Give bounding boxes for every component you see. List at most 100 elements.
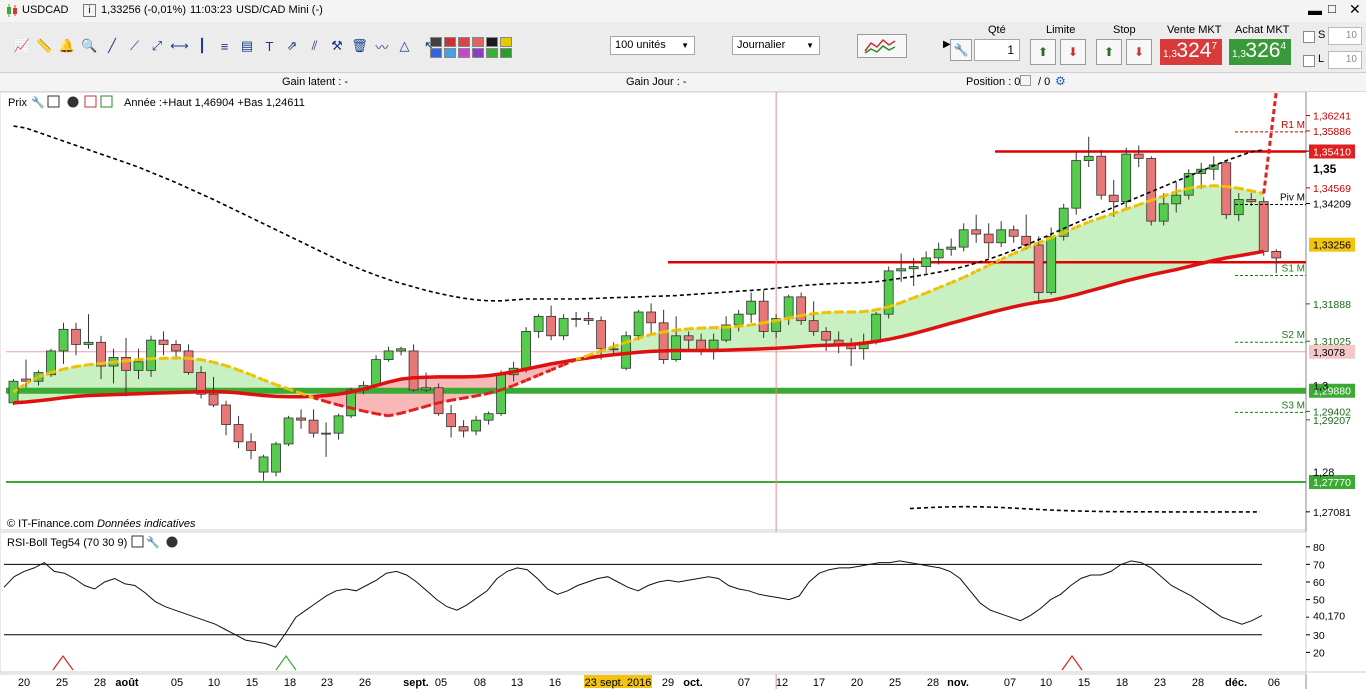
color-swatch[interactable] [458,37,470,47]
candle[interactable] [1033,236,1044,302]
candle[interactable] [408,344,419,393]
candle[interactable] [1121,147,1132,209]
color-swatch[interactable] [500,48,512,58]
candle[interactable] [496,370,506,416]
vertical-line-icon[interactable]: ┃ [192,36,212,56]
candle[interactable] [883,266,894,319]
color-swatch[interactable] [444,48,456,58]
position-sep: / 0 [1038,76,1051,88]
color-swatch[interactable] [444,37,456,47]
candle-body [821,331,832,341]
candle[interactable] [371,355,381,388]
x-axis-label-text: 13 [511,677,523,689]
buy-price-sup: 4 [1280,41,1286,52]
sell-mkt-button[interactable]: 1,3 3247 [1160,39,1222,65]
x-axis-label-text: août [115,677,139,689]
candle[interactable] [621,331,632,371]
wrench-icon[interactable]: 🔧 [31,95,45,109]
buy-mkt-button[interactable]: 1,3 3264 [1229,39,1291,65]
close-circle-icon[interactable] [166,536,178,548]
triangle-icon[interactable]: △ [395,36,415,56]
qty-input[interactable]: 1 [974,39,1020,61]
candle-body [783,296,794,319]
horizontal-line-icon[interactable]: ⟷ [170,36,190,56]
sell-price-prefix: 1,3 [1163,49,1177,60]
price-axis-label: 1,27081 [1306,507,1351,519]
buy-price-digits: 326 [1245,39,1281,62]
x-axis-label: 20 [18,677,30,689]
units-select[interactable]: 100 unités ▼ [610,36,695,55]
arrows-icon[interactable]: ⇗ [282,36,302,56]
ruler-icon[interactable]: 📏 [35,36,55,56]
candle[interactable] [146,335,156,377]
extended-line-icon[interactable]: ⤢ [147,36,167,56]
x-axis-label-text: sept. [403,677,429,689]
maximize-icon[interactable]: □ [1328,1,1336,16]
candle[interactable] [1096,149,1107,200]
l-spinner[interactable]: 10 [1328,51,1362,69]
color-swatch[interactable] [472,37,484,47]
color-swatch[interactable] [430,37,442,47]
up-arrow-icon[interactable] [100,95,113,108]
zoom-icon[interactable]: 🔍 [80,36,100,56]
stop-sell-button[interactable]: ⬇ [1126,39,1152,65]
info-icon[interactable]: i [83,4,96,17]
candle[interactable] [1258,197,1269,256]
trash-icon[interactable]: 🗑 [350,36,370,56]
color-swatch[interactable] [430,48,442,58]
candle-body [596,320,607,350]
color-swatch[interactable] [486,48,498,58]
trendline-icon[interactable]: ╱ [102,36,122,56]
wrench-icon[interactable]: 🔧 [146,535,160,549]
limit-buy-button[interactable]: ⬆ [1030,39,1056,65]
candle[interactable] [1071,151,1082,215]
parallel-icon[interactable]: ⫽ [305,36,325,56]
s-checkbox[interactable] [1303,31,1315,43]
indicator-icon[interactable]: 〰 [372,36,392,56]
stop-buy-button[interactable]: ⬆ [1096,39,1122,65]
x-axis-label: 26 [359,677,371,689]
candle-body [271,443,281,473]
candle[interactable] [521,327,532,373]
s-spinner[interactable]: 10 [1328,27,1362,45]
color-swatch[interactable] [472,48,484,58]
period-select[interactable]: Journalier ▼ [732,36,820,55]
year-range-label: Année :+Haut 1,46904 +Bas 1,24611 [124,97,305,109]
candle[interactable] [796,292,807,325]
fibonacci-icon[interactable]: ≡ [215,36,235,56]
text-icon[interactable]: T [260,36,280,56]
line-chart-icon[interactable]: 📈 [12,36,32,56]
x-axis-label-text: 23 [321,677,333,689]
x-axis-label-text: 20 [851,677,863,689]
minimize-icon[interactable]: ▬ [1308,2,1322,18]
chart-type-button[interactable] [857,34,907,58]
close-icon[interactable]: ✕ [1349,1,1361,18]
l-checkbox[interactable] [1303,55,1315,67]
candle-body [633,311,644,337]
copyright-label: © IT-Finance.com [7,518,94,530]
gear-icon[interactable]: ⚙ [1055,74,1066,88]
close-circle-icon[interactable] [67,96,79,108]
candle[interactable] [283,415,294,447]
candle[interactable] [1183,169,1194,200]
x-axis-label: 29 [662,677,674,689]
x-axis-label-text: oct. [683,677,703,689]
chart-area[interactable]: R1 MPiv MS1 MS2 MS3 M1,362411,358861,354… [0,92,1366,689]
candle[interactable] [271,441,281,477]
color-swatch[interactable] [458,48,470,58]
tools-icon[interactable]: ⚒ [327,36,347,56]
position-box-icon[interactable] [1020,75,1031,86]
x-axis-label-text: 17 [813,677,825,689]
sell-price-digits: 324 [1176,39,1212,62]
limit-sell-button[interactable]: ⬇ [1060,39,1086,65]
alarm-icon[interactable]: 🔔 [57,36,77,56]
chevron-down-icon: ▼ [681,41,689,50]
ray-icon[interactable]: ⟋ [125,36,145,56]
color-swatch[interactable] [500,37,512,47]
candle[interactable] [1221,160,1232,219]
channel-icon[interactable]: ▤ [237,36,257,56]
candle[interactable] [433,383,444,416]
wrench-icon[interactable]: 🔧 [950,39,972,61]
down-arrow-icon[interactable] [84,95,97,108]
color-swatch[interactable] [486,37,498,47]
